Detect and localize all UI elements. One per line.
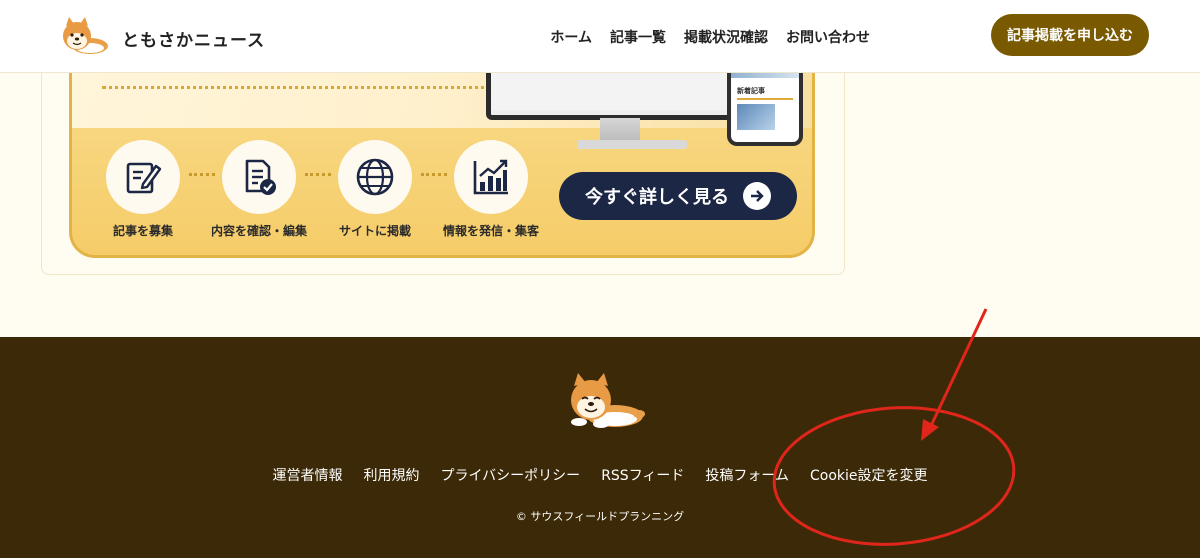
footer-link-rss[interactable]: RSSフィード: [601, 465, 684, 485]
copyright: © サウスフィールドプランニング: [515, 510, 685, 523]
step-circle: [338, 140, 412, 214]
step-circle: [106, 140, 180, 214]
footer-link-privacy[interactable]: プライバシーポリシー: [440, 465, 580, 485]
footer-link-post-form[interactable]: 投稿フォーム: [705, 465, 789, 485]
document-check-icon: [245, 159, 276, 195]
footer-links: 運営者情報 利用規約 プライバシーポリシー RSSフィード 投稿フォーム Coo…: [0, 465, 1200, 485]
step-label: 情報を発信・集客: [442, 224, 539, 238]
step-circle: [454, 140, 528, 214]
phone-divider: [737, 98, 793, 100]
footer-link-terms[interactable]: 利用規約: [363, 465, 419, 485]
learn-more-button[interactable]: 今すぐ詳しく見る: [559, 172, 797, 220]
service-banner[interactable]: 新着記事 記事を募集 内容を確認・編集 サイトに掲載 情報を発信・集客 今すぐ詳…: [69, 60, 815, 258]
monitor-base: [577, 140, 687, 149]
monitor-stand-icon: [600, 118, 640, 140]
learn-more-label: 今すぐ詳しく見る: [585, 187, 729, 208]
footer-link-operator[interactable]: 運営者情報: [272, 465, 342, 485]
main-nav: ホーム 記事一覧 掲載状況確認 お問い合わせ: [550, 27, 870, 47]
dotted-divider: [102, 86, 492, 89]
site-header: ともさかニュース ホーム 記事一覧 掲載状況確認 お問い合わせ 記事掲載を申し込…: [0, 0, 1200, 73]
shiba-dog-logo-icon[interactable]: [60, 16, 110, 56]
phone-new-articles-label: 新着記事: [737, 87, 765, 95]
nav-status-check[interactable]: 掲載状況確認: [684, 27, 768, 47]
step-promote: 情報を発信・集客: [416, 140, 566, 239]
growth-chart-icon: [473, 159, 508, 195]
phone-thumbnail-image: [737, 104, 775, 130]
step-circle: [222, 140, 296, 214]
shiba-dog-footer-icon: [571, 373, 645, 428]
site-title[interactable]: ともさかニュース: [122, 26, 265, 51]
site-footer: 運営者情報 利用規約 プライバシーポリシー RSSフィード 投稿フォーム Coo…: [0, 337, 1200, 558]
footer-link-cookie-settings[interactable]: Cookie設定を変更: [810, 465, 928, 485]
arrow-right-icon: [743, 182, 771, 210]
nav-contact[interactable]: お問い合わせ: [786, 27, 870, 47]
nav-articles[interactable]: 記事一覧: [610, 27, 666, 47]
nav-home[interactable]: ホーム: [550, 27, 592, 47]
globe-icon: [356, 158, 394, 196]
pen-note-icon: [126, 162, 162, 194]
apply-article-button[interactable]: 記事掲載を申し込む: [991, 14, 1149, 56]
